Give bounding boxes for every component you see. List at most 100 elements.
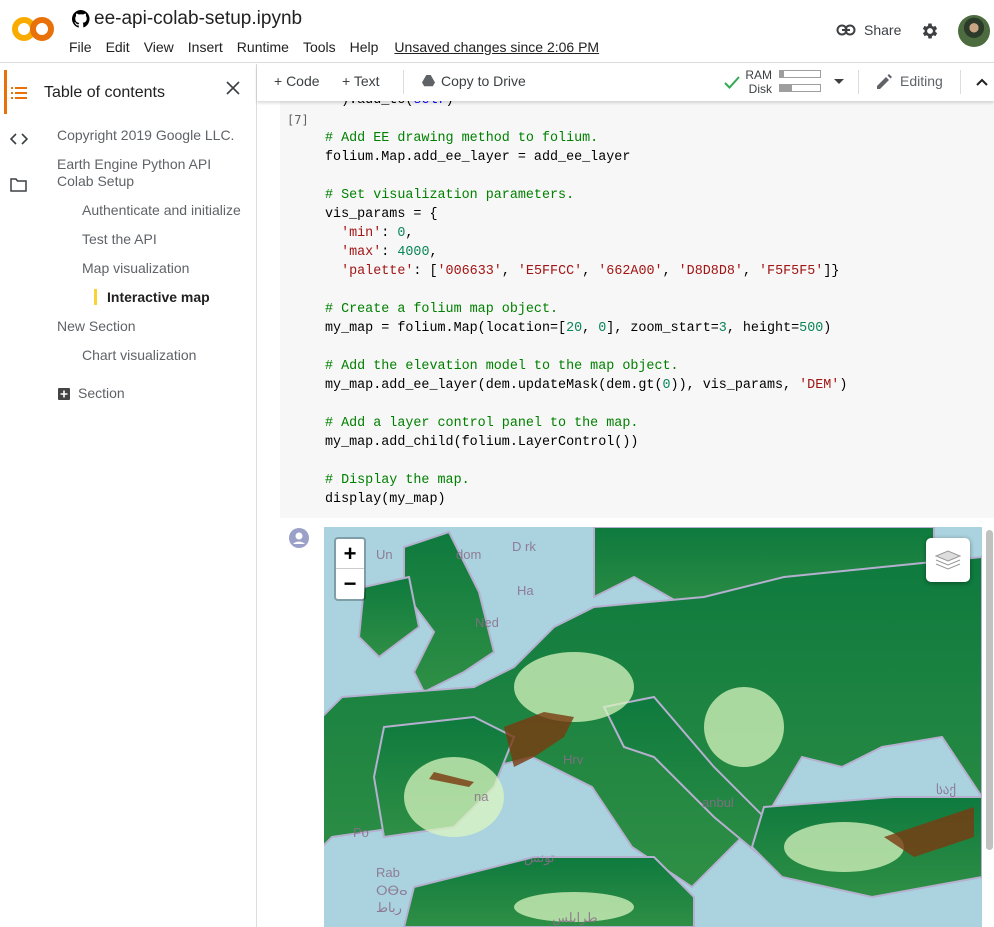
code-token: my_map = folium.Map(location=[ [325, 321, 567, 336]
code-token: 'D8D8D8' [678, 264, 743, 279]
chevron-down-icon[interactable] [834, 79, 844, 84]
resource-labels[interactable]: RAM Disk [745, 68, 772, 96]
menu-help[interactable]: Help [350, 39, 379, 55]
code-token: # Set visualization parameters. [325, 188, 575, 203]
code-line: # Add the elevation model to the map obj… [325, 357, 847, 376]
code-line: vis_params = { [325, 205, 847, 224]
share-button[interactable]: Share [836, 22, 901, 38]
toc-item-ee-setup[interactable]: Earth Engine Python API Colab Setup [57, 156, 227, 190]
code-token: display(my_map) [325, 492, 446, 507]
code-token: # Add EE drawing method to folium. [325, 131, 599, 146]
pencil-icon [877, 74, 892, 89]
toc-item-authenticate[interactable]: Authenticate and initialize [82, 202, 241, 219]
code-line: # Add a layer control panel to the map. [325, 414, 847, 433]
code-line: 'palette': ['006633', 'E5FFCC', '662A00'… [325, 262, 847, 281]
code-editor[interactable]: ).add_to(self) # Add EE drawing method t… [325, 91, 847, 509]
ram-meter [779, 70, 821, 78]
toc-item-test-api[interactable]: Test the API [82, 231, 157, 248]
code-token: 3 [718, 321, 727, 336]
output-scrollbar[interactable] [986, 530, 993, 850]
notebook-title[interactable]: ee-api-colab-setup.ipynb [72, 8, 302, 30]
code-token: , [429, 245, 438, 260]
toc-item-interactive-map[interactable]: Interactive map [107, 289, 210, 306]
code-line: # Create a folium map object. [325, 300, 847, 319]
code-line: my_map.add_ee_layer(dem.updateMask(dem.g… [325, 376, 847, 395]
zoom-in-button[interactable]: + [336, 539, 364, 569]
execution-count: [7] [287, 113, 309, 127]
code-token: 500 [799, 321, 824, 336]
add-code-button[interactable]: + Code [274, 73, 320, 89]
code-token: , [742, 264, 760, 279]
code-line: 'max': 4000, [325, 243, 847, 262]
code-token: 'E5FFCC' [517, 264, 583, 279]
menu-file[interactable]: File [69, 39, 92, 55]
code-token: ) [823, 321, 832, 336]
code-token: ]} [823, 264, 840, 279]
check-icon [724, 76, 740, 89]
code-token: 'min' [341, 226, 382, 241]
editing-mode-button[interactable]: Editing [877, 73, 943, 89]
menu-tools[interactable]: Tools [303, 39, 336, 55]
zoom-out-button[interactable]: − [336, 569, 364, 599]
map-label: na [474, 789, 489, 804]
copy-to-drive-button[interactable]: Copy to Drive [422, 73, 526, 89]
code-token: # Create a folium map object. [325, 302, 559, 317]
code-token: , [582, 321, 599, 336]
code-line: # Add EE drawing method to folium. [325, 129, 847, 148]
menu-view[interactable]: View [144, 39, 174, 55]
colab-logo[interactable] [12, 14, 54, 44]
toc-title: Table of contents [44, 84, 165, 101]
menu-bar: File Edit View Insert Runtime Tools Help… [69, 39, 613, 55]
add-section-label: Section [78, 385, 125, 401]
layer-control-button[interactable] [926, 538, 970, 582]
code-token: : [381, 245, 398, 260]
toc-item-new-section[interactable]: New Section [57, 318, 136, 335]
code-token: folium.Map.add_ee_layer = add_ee_layer [325, 150, 631, 165]
toc-item-map-visualization[interactable]: Map visualization [82, 260, 189, 277]
plus-box-icon [58, 387, 70, 400]
map-label: رباط [376, 900, 402, 915]
code-token: 0 [662, 378, 671, 393]
avatar[interactable] [958, 15, 990, 47]
code-token: )), vis_params, [670, 378, 800, 393]
toc-icon[interactable] [11, 86, 27, 100]
code-line: 'min': 0, [325, 224, 847, 243]
menu-runtime[interactable]: Runtime [237, 39, 289, 55]
close-icon[interactable] [226, 81, 240, 95]
gear-icon[interactable] [920, 21, 940, 41]
menu-edit[interactable]: Edit [106, 39, 130, 55]
menu-insert[interactable]: Insert [188, 39, 223, 55]
code-line: display(my_map) [325, 490, 847, 509]
divider [403, 70, 404, 94]
land-ireland [357, 575, 421, 659]
folder-icon[interactable] [10, 178, 27, 192]
map-label: Hrv [563, 752, 584, 767]
folium-map[interactable]: + − Un dom Ned Hrv na anbul Po Rab ⵔⴱⴰ ر… [324, 527, 982, 927]
map-label: تونس [524, 850, 555, 865]
drive-icon [422, 75, 435, 87]
code-token: my_map.add_child(folium.LayerControl()) [325, 435, 639, 450]
toc-item-chart-visualization[interactable]: Chart visualization [82, 347, 196, 364]
code-token: , [405, 226, 414, 241]
notebook-toolbar: + Code + Text Copy to Drive RAM Disk Edi… [257, 64, 994, 101]
disk-label: Disk [748, 82, 772, 96]
add-text-button[interactable]: + Text [342, 73, 380, 89]
code-token: 'palette' [341, 264, 414, 279]
code-line: # Display the map. [325, 471, 847, 490]
zoom-control: + − [334, 537, 366, 601]
add-section-button[interactable]: Section [58, 385, 125, 402]
chevron-up-icon[interactable] [976, 78, 988, 86]
unsaved-changes-link[interactable]: Unsaved changes since 2:06 PM [394, 39, 599, 55]
output-avatar-icon [289, 528, 309, 548]
divider [960, 70, 961, 94]
toc-item-copyright[interactable]: Copyright 2019 Google LLC. [57, 127, 234, 144]
code-line: my_map = folium.Map(location=[20, 0], zo… [325, 319, 847, 338]
divider [858, 70, 859, 94]
code-token: 'F5F5F5' [759, 264, 824, 279]
header: ee-api-colab-setup.ipynb File Edit View … [0, 0, 994, 63]
code-snippets-icon[interactable] [10, 133, 28, 145]
